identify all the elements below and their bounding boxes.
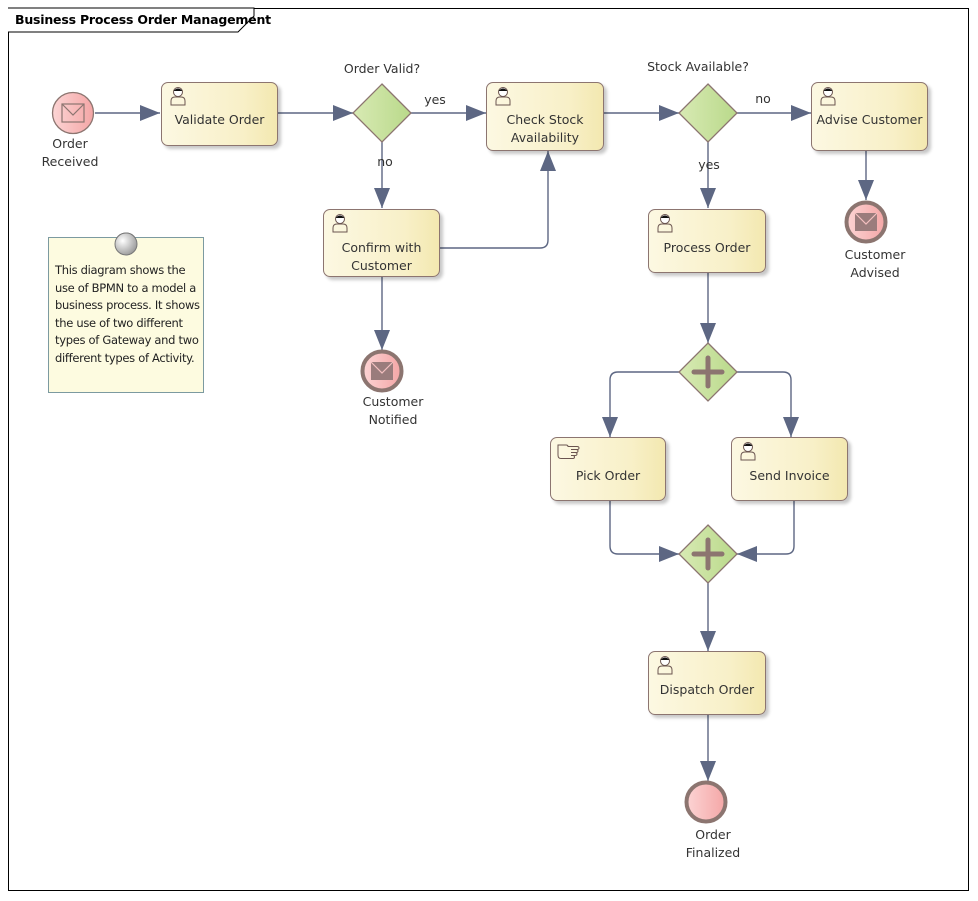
user-icon xyxy=(657,656,673,675)
gateway-label-order-valid: Order Valid? xyxy=(343,61,421,76)
gateway-label-stock-available: Stock Available? xyxy=(647,59,749,74)
task-send-invoice[interactable]: Send Invoice xyxy=(731,437,848,501)
user-icon xyxy=(170,87,186,106)
note-text: This diagram shows the use of BPMN to a … xyxy=(55,262,203,368)
event-label-line: Received xyxy=(41,154,99,169)
task-advise-customer[interactable]: Advise Customer xyxy=(811,82,928,151)
note-pin xyxy=(114,232,138,256)
event-label-line: Order xyxy=(695,827,731,842)
task-label: Dispatch Order xyxy=(659,682,755,697)
note-line: use of BPMN to a model a xyxy=(55,280,196,295)
note-line: different types of Activity. xyxy=(55,350,195,365)
note-line: types of Gateway and two xyxy=(55,333,199,348)
task-check-stock-availability[interactable]: Check Stock Availability xyxy=(486,82,604,151)
flow-label-yes: yes xyxy=(424,92,446,107)
event-label-line: Advised xyxy=(850,265,900,280)
task-validate-order[interactable]: Validate Order xyxy=(161,82,278,146)
flow-label-no: no xyxy=(755,91,771,106)
task-pick-order[interactable]: Pick Order xyxy=(550,437,666,501)
event-label-line: Finalized xyxy=(685,845,741,860)
flow-invoice-to-join[interactable] xyxy=(737,501,795,562)
end-event-customer-advised[interactable] xyxy=(844,200,888,244)
event-label-order-finalized: Order Finalized xyxy=(673,826,753,862)
event-label-line: Customer xyxy=(362,394,424,409)
diagram-note[interactable]: This diagram shows the use of BPMN to a … xyxy=(48,237,204,393)
start-event-order-received[interactable] xyxy=(51,91,95,135)
flow-pick-to-join[interactable] xyxy=(609,501,679,562)
flow-fork-to-invoice[interactable] xyxy=(737,371,799,437)
task-label: Confirm with xyxy=(341,240,422,255)
end-event-customer-notified[interactable] xyxy=(360,349,404,393)
user-icon xyxy=(740,442,756,461)
event-label-line: Notified xyxy=(368,412,418,427)
note-line: This diagram shows the xyxy=(55,263,186,277)
task-label: Validate Order xyxy=(174,112,265,127)
hand-icon xyxy=(557,444,580,459)
gateway-stock-available[interactable] xyxy=(678,83,738,143)
event-label-customer-advised: Customer Advised xyxy=(835,246,915,282)
task-label: Process Order xyxy=(663,240,751,255)
event-label-customer-notified: Customer Notified xyxy=(353,393,433,429)
gateway-order-valid[interactable] xyxy=(352,83,412,143)
diagram-title: Business Process Order Management xyxy=(15,12,271,27)
task-confirm-with-customer[interactable]: Confirm with Customer xyxy=(323,209,440,277)
task-label: Customer xyxy=(351,258,412,273)
user-icon xyxy=(332,214,348,233)
flow-fork-to-pick[interactable] xyxy=(602,371,679,437)
gateway-parallel-fork[interactable] xyxy=(678,342,738,402)
flow-confirm-to-check-stock[interactable] xyxy=(440,151,556,249)
envelope-icon xyxy=(370,361,394,380)
event-label-order-received: Order Received xyxy=(33,135,107,171)
user-icon xyxy=(495,87,511,106)
event-label-line: Customer xyxy=(844,247,906,262)
user-icon xyxy=(820,87,836,106)
event-label-line: Order xyxy=(52,136,88,151)
flow-label-no: no xyxy=(377,154,393,169)
task-dispatch-order[interactable]: Dispatch Order xyxy=(648,651,766,715)
user-icon xyxy=(657,214,673,233)
task-label: Advise Customer xyxy=(816,112,923,127)
task-label: Availability xyxy=(510,130,580,145)
task-label: Send Invoice xyxy=(749,468,830,483)
note-line: business process. It shows xyxy=(55,298,200,313)
flow-label-yes: yes xyxy=(698,157,720,172)
task-process-order[interactable]: Process Order xyxy=(648,209,766,273)
gateway-parallel-join[interactable] xyxy=(678,524,738,584)
envelope-icon xyxy=(854,212,878,231)
end-event-order-finalized[interactable] xyxy=(684,780,728,824)
task-label: Pick Order xyxy=(575,468,641,483)
task-label: Check Stock xyxy=(506,112,584,127)
note-line: the use of two different xyxy=(55,315,183,330)
